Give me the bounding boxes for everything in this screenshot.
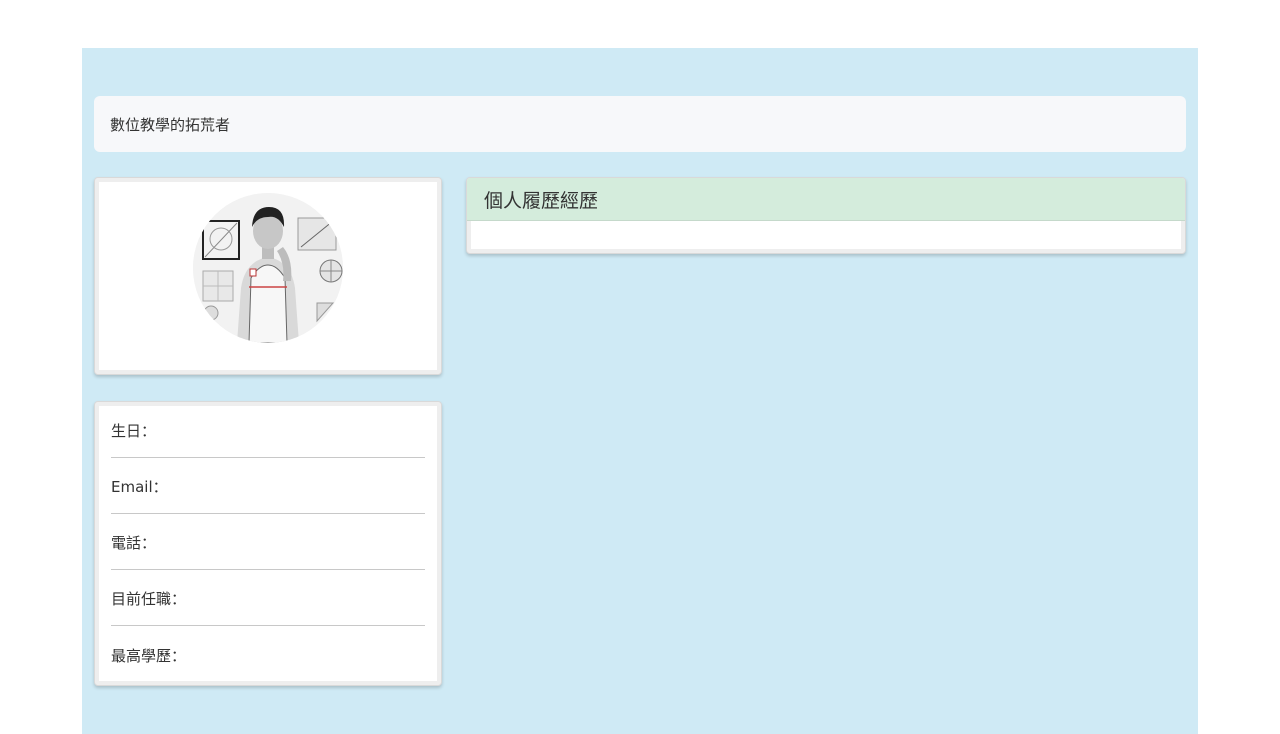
- profile-portrait-image: [193, 193, 343, 343]
- info-label-education: 最高學歷：: [111, 646, 187, 665]
- info-item-birthday: 生日：: [111, 402, 425, 458]
- navbar-title[interactable]: 數位教學的拓荒者: [110, 114, 230, 135]
- resume-card-body: [472, 221, 1180, 248]
- info-item-email: Email：: [111, 458, 425, 514]
- info-item-current-job: 目前任職：: [111, 570, 425, 626]
- resume-card: 個人履歷經歷: [466, 177, 1186, 254]
- profile-avatar: [193, 193, 343, 343]
- info-label-email: Email：: [111, 478, 168, 496]
- info-item-education: 最高學歷：: [111, 626, 425, 682]
- resume-card-header: 個人履歷經歷: [467, 178, 1185, 221]
- resume-card-title: 個人履歷經歷: [484, 189, 599, 212]
- page-container: 數位教學的拓荒者 生日： Email： 電話： 目前任職： 最高學歷： 個人履歷…: [82, 48, 1198, 734]
- navbar: 數位教學的拓荒者: [94, 96, 1186, 152]
- personal-info-list: 生日： Email： 電話： 目前任職： 最高學歷：: [111, 402, 425, 682]
- info-label-phone: 電話：: [111, 534, 157, 552]
- info-label-current-job: 目前任職：: [111, 590, 187, 608]
- info-label-birthday: 生日：: [111, 422, 157, 440]
- profile-photo-card: [94, 177, 442, 375]
- info-item-phone: 電話：: [111, 514, 425, 570]
- personal-info-card: 生日： Email： 電話： 目前任職： 最高學歷：: [94, 401, 442, 686]
